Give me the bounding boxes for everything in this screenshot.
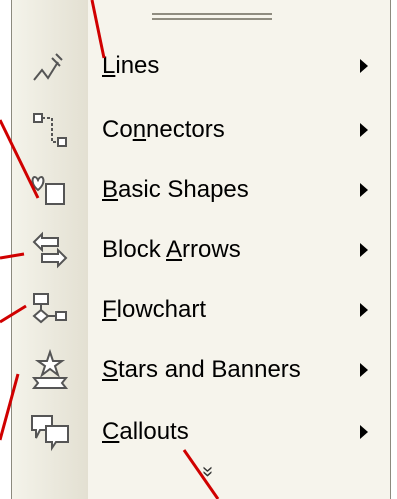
basic-shapes-icon	[12, 162, 88, 218]
callouts-icon	[12, 404, 88, 460]
menu-item-block-arrows[interactable]: Block Arrows	[12, 222, 390, 278]
menu-item-label: Flowchart	[102, 296, 207, 323]
flowchart-icon	[12, 282, 88, 338]
submenu-arrow-icon	[360, 183, 368, 197]
menu-item-label: Callouts	[102, 418, 189, 445]
autoshapes-menu: Lines Connectors Basic Shapes Block Arro…	[11, 0, 391, 499]
menu-item-basic-shapes[interactable]: Basic Shapes	[12, 162, 390, 218]
submenu-arrow-icon	[360, 243, 368, 257]
submenu-arrow-icon	[360, 123, 368, 137]
menu-item-stars-and-banners[interactable]: Stars and Banners	[12, 342, 390, 398]
menu-item-label: Connectors	[102, 116, 225, 143]
menu-item-label: Block Arrows	[102, 236, 241, 263]
move-handle[interactable]	[152, 10, 272, 30]
submenu-arrow-icon	[360, 303, 368, 317]
expand-menu-chevron-icon[interactable]: »	[196, 466, 219, 477]
lines-icon	[12, 38, 88, 94]
menu-item-label: Lines	[102, 52, 160, 79]
menu-item-lines[interactable]: Lines	[12, 38, 390, 94]
menu-item-label: Basic Shapes	[102, 176, 249, 203]
connectors-icon	[12, 102, 88, 158]
submenu-arrow-icon	[360, 425, 368, 439]
menu-item-callouts[interactable]: Callouts	[12, 404, 390, 460]
menu-item-flowchart[interactable]: Flowchart	[12, 282, 390, 338]
menu-item-label: Stars and Banners	[102, 356, 301, 383]
submenu-arrow-icon	[360, 363, 368, 377]
block-arrows-icon	[12, 222, 88, 278]
menu-item-connectors[interactable]: Connectors	[12, 102, 390, 158]
submenu-arrow-icon	[360, 59, 368, 73]
stars-banners-icon	[12, 342, 88, 398]
